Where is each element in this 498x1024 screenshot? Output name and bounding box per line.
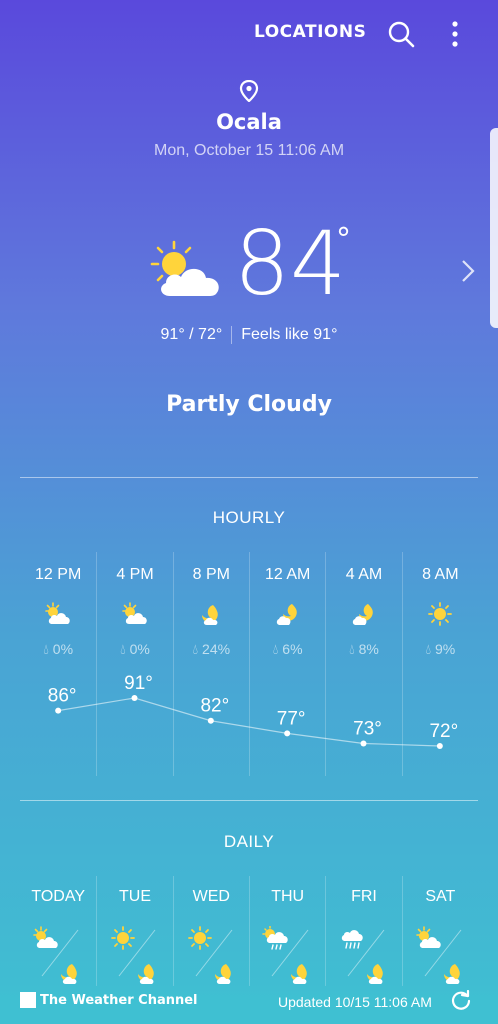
hourly-forecast[interactable]: 12 PM 💧︎ 0% 4 PM 💧︎ 0% 8 PM 💧︎ 24% 12 AM [20, 552, 478, 776]
day-label: THU [271, 888, 305, 905]
rain-icon [342, 930, 364, 949]
weather-channel-logo[interactable]: The Weather Channel [20, 992, 198, 1008]
rain-day-icon [262, 926, 288, 950]
location-header: Ocala Mon, October 15 11:06 AM [0, 80, 498, 160]
separator [231, 326, 233, 344]
brand-name: The Weather Channel [40, 992, 198, 1008]
hour-label: 8 PM [192, 566, 230, 583]
current-conditions[interactable]: 84 ° [0, 214, 498, 320]
precip-chance: 💧︎ 0% [120, 641, 150, 657]
updated-time: Updated 10/15 11:06 AM [278, 994, 432, 1010]
partly-cloudy-day-icon [45, 602, 70, 624]
clear-night-icon [61, 964, 77, 984]
hourly-item: 4 AM 💧︎ 8% [325, 552, 401, 776]
precip-chance: 💧︎ 0% [43, 641, 74, 657]
daily-item: TUE [96, 876, 172, 986]
current-temperature: 84 [234, 212, 346, 315]
hourly-title: HOURLY [212, 508, 286, 527]
day-label: TUE [118, 888, 151, 905]
partly-cloudy-day-icon [122, 602, 147, 624]
hourly-item: 8 PM 💧︎ 24% [172, 552, 249, 776]
city-name: Ocala [216, 110, 282, 134]
hourly-item: 12 PM 💧︎ 0% [20, 552, 96, 776]
divider [20, 800, 478, 801]
precip-chance: 💧︎ 6% [272, 641, 303, 657]
feels-like: Feels like 91° [241, 326, 338, 344]
high-low-row: 91° / 72° Feels like 91° [0, 326, 498, 344]
search-icon[interactable] [387, 20, 415, 48]
clear-night-icon [367, 964, 384, 984]
twc-logo-icon [20, 992, 36, 1008]
partly-cloudy-night-icon [352, 604, 373, 625]
drop-icon: 💧︎ [349, 641, 355, 657]
refresh-icon[interactable] [450, 990, 472, 1012]
drop-icon: 💧︎ [192, 641, 199, 657]
hour-label: 4 AM [345, 566, 383, 583]
precip-chance: 💧︎ 9% [425, 641, 456, 657]
clear-night-icon [202, 605, 219, 625]
day-label: TODAY [31, 888, 85, 905]
day-label: FRI [351, 888, 377, 905]
hourly-item: 4 PM 💧︎ 0% [96, 552, 172, 776]
condition-text: Partly Cloudy [166, 392, 332, 417]
partly-cloudy-night-icon [276, 604, 297, 625]
hourly-item: 12 AM 💧︎ 6% [248, 552, 325, 776]
precip-chance: 💧︎ 8% [349, 641, 379, 657]
drop-icon: 💧︎ [425, 641, 432, 657]
partly-cloudy-day-icon [415, 926, 441, 948]
clear-night-icon [290, 964, 307, 984]
locations-button[interactable]: LOCATIONS [254, 22, 366, 42]
drop-icon: 💧︎ [43, 641, 49, 657]
sunny-icon [187, 926, 212, 950]
daily-item: WED [172, 876, 249, 986]
daily-item: FRI [325, 876, 401, 986]
chevron-right-icon[interactable] [460, 258, 476, 284]
partly-cloudy-day-icon [150, 240, 219, 296]
hour-label: 12 PM [35, 566, 82, 583]
location-pin-icon [239, 80, 259, 102]
daily-item: TODAY [20, 876, 96, 986]
daily-forecast[interactable]: TODAY TUE WED THU FRI SAT [20, 876, 478, 986]
clear-night-icon [138, 964, 155, 984]
drop-icon: 💧︎ [272, 641, 279, 657]
day-label: SAT [425, 888, 456, 905]
clear-night-icon [214, 964, 231, 984]
precip-chance: 💧︎ 24% [192, 641, 231, 657]
hour-label: 12 AM [264, 566, 311, 583]
current-datetime: Mon, October 15 11:06 AM [153, 142, 345, 159]
hour-label: 4 PM [116, 566, 154, 583]
top-bar: LOCATIONS [0, 0, 498, 68]
hour-label: 8 AM [422, 566, 459, 583]
clear-night-icon [443, 964, 460, 984]
divider [20, 477, 478, 478]
daily-item: SAT [401, 876, 478, 986]
drop-icon: 💧︎ [120, 641, 126, 657]
footer: The Weather Channel Updated 10/15 11:06 … [0, 984, 498, 1024]
sunny-icon [428, 602, 453, 626]
daily-item: THU [248, 876, 325, 986]
hourly-item: 8 AM 💧︎ 9% [401, 552, 478, 776]
high-low-temp: 91° / 72° [160, 326, 223, 344]
sunny-icon [111, 926, 136, 950]
degree-symbol: ° [336, 222, 351, 257]
more-vert-icon[interactable] [445, 20, 465, 48]
daily-title: DAILY [223, 832, 275, 851]
partly-cloudy-day-icon [33, 926, 58, 948]
day-label: WED [192, 888, 230, 905]
